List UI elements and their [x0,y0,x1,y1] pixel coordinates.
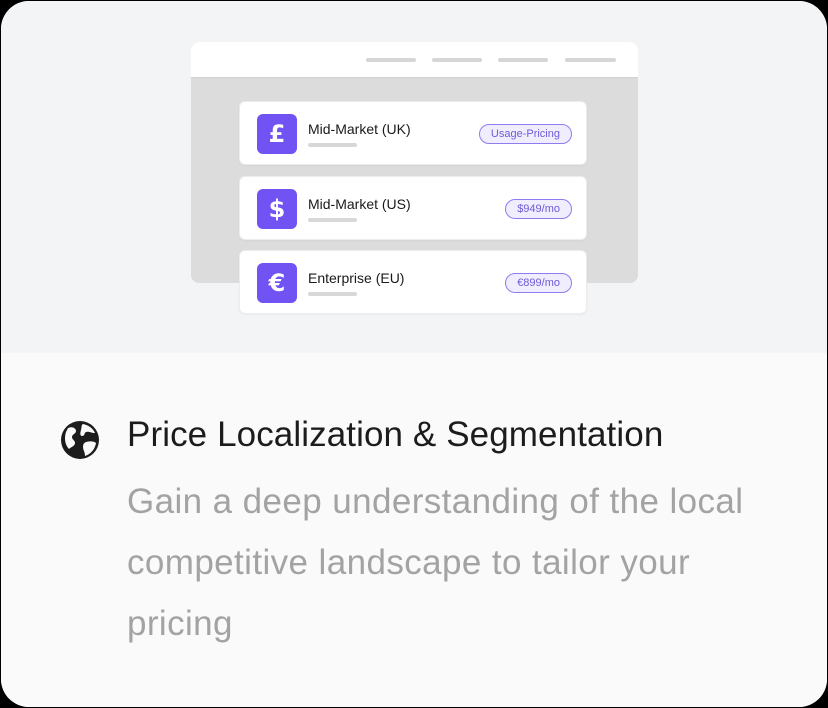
globe-icon [61,421,99,459]
price-badge: Usage-Pricing [478,124,572,144]
feature-text-section: Price Localization & Segmentation Gain a… [1,353,827,707]
dollar-icon: $ [257,189,297,229]
browser-nav-bar [191,42,638,77]
pound-icon: £ [257,114,297,154]
nav-placeholder [565,58,616,62]
nav-placeholder [498,58,548,62]
feature-description: Gain a deep understanding of the local c… [127,482,744,643]
nav-placeholder [366,58,416,62]
segment-name: Mid-Market (US) [308,196,411,212]
price-badge: €899/mo [505,273,572,293]
price-badge: $949/mo [505,199,572,219]
segment-card-eu: € Enterprise (EU) €899/mo [239,250,587,314]
segment-name: Mid-Market (UK) [308,121,411,137]
feature-card: £ Mid-Market (UK) Usage-Pricing $ Mid-Ma… [1,1,827,707]
segment-name: Enterprise (EU) [308,270,405,286]
text-placeholder [308,143,357,147]
segment-card-uk: £ Mid-Market (UK) Usage-Pricing [239,101,587,165]
segment-card-us: $ Mid-Market (US) $949/mo [239,176,587,240]
nav-placeholder [432,58,482,62]
feature-title: Price Localization & Segmentation [127,415,664,454]
euro-icon: € [257,263,297,303]
text-placeholder [308,292,357,296]
illustration-panel: £ Mid-Market (UK) Usage-Pricing $ Mid-Ma… [1,1,827,353]
text-placeholder [308,218,357,222]
